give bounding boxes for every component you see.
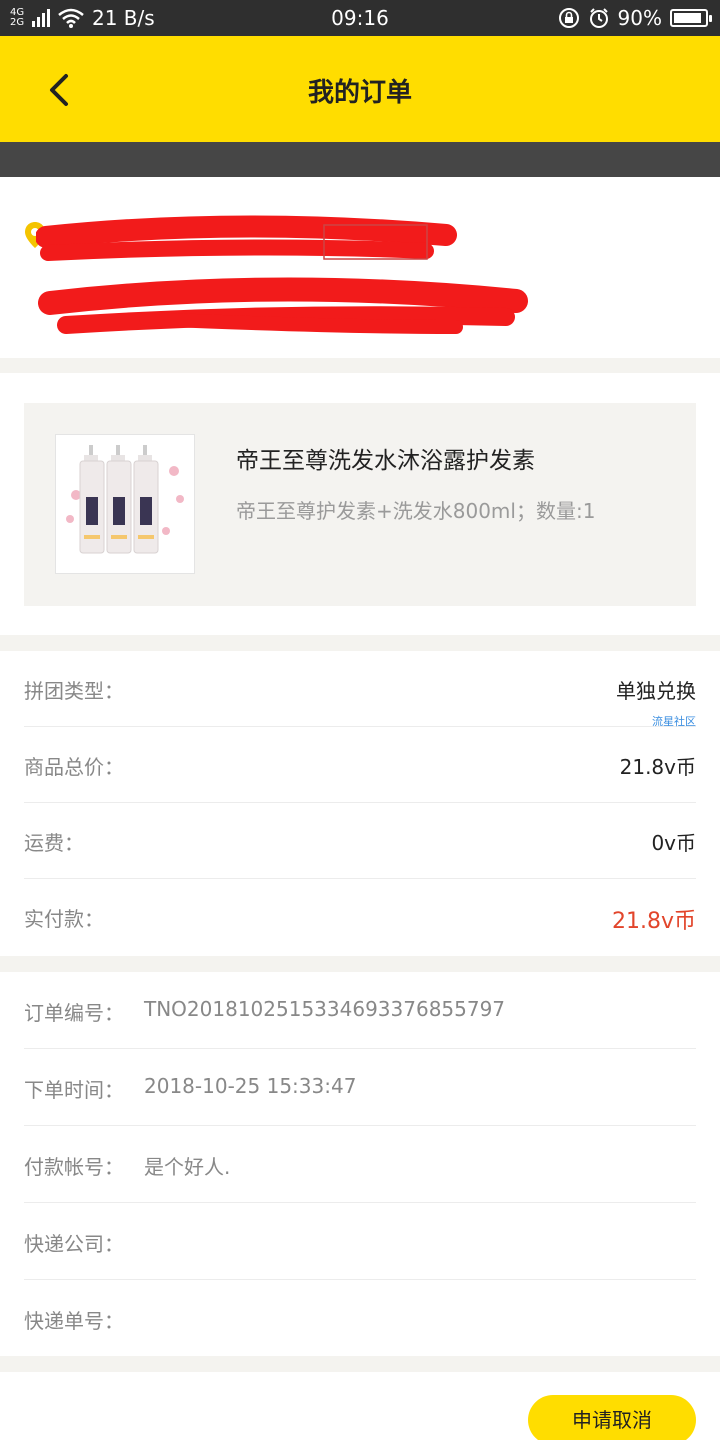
address-card[interactable] — [0, 177, 720, 358]
battery-fill — [674, 13, 701, 23]
detail-row-payment-account: 付款帐号： 是个好人. — [24, 1126, 696, 1203]
status-right: 90% — [558, 6, 712, 30]
summary-row-group-type: 拼团类型： 单独兑换 流星社区 — [24, 651, 696, 728]
order-time-value: 2018-10-25 15:33:47 — [144, 1074, 357, 1098]
order-time-label: 下单时间： — [24, 1078, 124, 1102]
battery-percent: 90% — [617, 6, 662, 30]
detail-row-order-time: 下单时间： 2018-10-25 15:33:47 — [24, 1049, 696, 1126]
courier-label: 快递公司： — [24, 1232, 124, 1256]
page-title: 我的订单 — [307, 78, 412, 108]
paid-value: 21.8v币 — [611, 909, 696, 934]
shipping-label: 运费： — [24, 831, 84, 855]
request-cancel-button[interactable]: 申请取消 — [528, 1395, 696, 1440]
screen-lock-icon — [558, 8, 579, 28]
product-name: 帝王至尊洗发水沐浴露护发素 — [236, 448, 535, 474]
paid-label: 实付款： — [24, 907, 104, 931]
app-header: 我的订单 — [0, 36, 720, 142]
product-item[interactable]: 帝王至尊洗发水沐浴露护发素 帝王至尊护发素+洗发水800ml；数量:1 — [24, 403, 696, 606]
summary-row-paid: 实付款： 21.8v币 — [24, 879, 696, 955]
payment-account-value: 是个好人. — [144, 1155, 231, 1179]
shampoo-bottles-image — [66, 445, 184, 554]
tracking-number-label: 快递单号： — [24, 1309, 124, 1333]
group-type-label: 拼团类型： — [24, 679, 124, 703]
header-divider-band — [0, 142, 720, 177]
detail-row-tracking-number: 快递单号： — [24, 1280, 696, 1357]
bottom-action-bar: 申请取消 — [0, 1372, 720, 1440]
detail-row-order-number: 订单编号： TNO20181025153346933768557​97 — [24, 972, 696, 1049]
status-bar: 4G 2G 21 B/s 09:16 90% — [0, 0, 720, 36]
product-spec: 帝王至尊护发素+洗发水800ml；数量:1 — [236, 499, 596, 523]
product-card[interactable]: 帝王至尊洗发水沐浴露护发素 帝王至尊护发素+洗发水800ml；数量:1 — [0, 373, 720, 635]
payment-account-label: 付款帐号： — [24, 1155, 124, 1179]
order-number-value: TNO20181025153346933768557​97 — [144, 997, 506, 1021]
order-summary: 拼团类型： 单独兑换 流星社区 商品总价： 21.8v币 运费： 0v币 实付款… — [0, 651, 720, 956]
shipping-value: 0v币 — [651, 831, 696, 855]
product-image[interactable] — [55, 434, 195, 574]
order-details: 订单编号： TNO20181025153346933768557​97 下单时间… — [0, 972, 720, 1356]
address-redaction — [36, 215, 528, 334]
battery-icon — [670, 9, 712, 27]
summary-row-shipping: 运费： 0v币 — [24, 803, 696, 879]
total-price-value: 21.8v币 — [619, 755, 696, 779]
group-type-value: 单独兑换 — [616, 679, 696, 703]
order-number-label: 订单编号： — [24, 1001, 124, 1025]
total-price-label: 商品总价： — [24, 755, 124, 779]
summary-row-total-price: 商品总价： 21.8v币 — [24, 727, 696, 803]
alarm-icon — [589, 8, 608, 28]
detail-row-courier: 快递公司： — [24, 1203, 696, 1280]
